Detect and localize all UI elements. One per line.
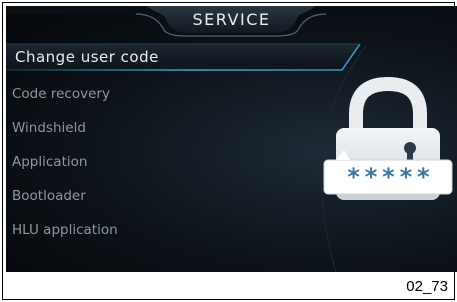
menu-item-windshield[interactable]: Windshield xyxy=(6,114,86,142)
display-screen: SERVICE Change user code Code recovery W… xyxy=(6,6,457,272)
menu-item-code-recovery[interactable]: Code recovery xyxy=(6,80,110,108)
menu-item-hlu-application[interactable]: HLU application xyxy=(6,216,118,244)
menu-item-change-user-code[interactable]: Change user code xyxy=(6,43,159,71)
menu-item-bootloader[interactable]: Bootloader xyxy=(6,182,86,210)
lock-code-mask: ***** xyxy=(346,163,434,191)
figure-label: 02_73 xyxy=(406,278,448,295)
menu-item-application[interactable]: Application xyxy=(6,148,87,176)
figure-frame: SERVICE Change user code Code recovery W… xyxy=(2,2,457,300)
screen-title: SERVICE xyxy=(192,10,271,29)
